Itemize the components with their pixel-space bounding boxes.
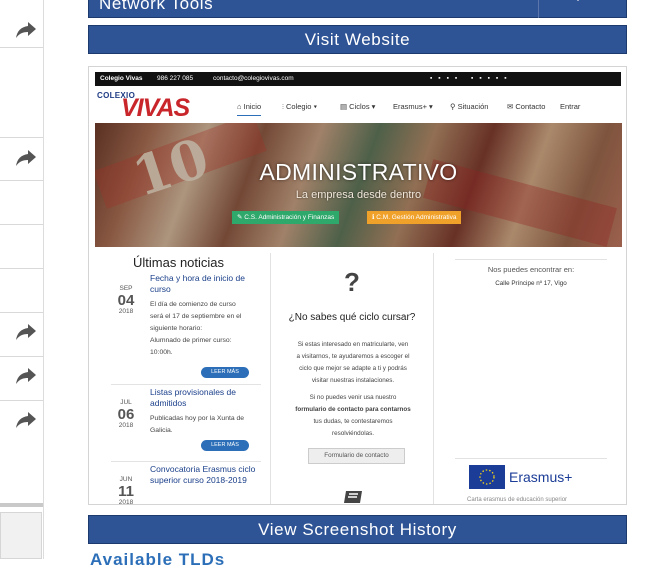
network-tools-bar[interactable]: Network Tools: [88, 0, 627, 18]
news-title: Listas provisionales de admitidos: [150, 387, 236, 408]
share-icon: [16, 412, 36, 428]
news-date: JUN 11 2018: [118, 476, 134, 505]
sidebar-row: [0, 268, 43, 313]
view-screenshot-history-button[interactable]: View Screenshot History: [88, 515, 627, 544]
preview-social-icons: ▪▪▪▪ ▪▪▪▪▪: [430, 75, 513, 82]
chevron-down-icon[interactable]: [573, 0, 583, 4]
sidebar-row[interactable]: [0, 312, 43, 357]
news-heading: Últimas noticias: [133, 255, 225, 270]
view-history-label: View Screenshot History: [258, 520, 457, 539]
contact-form-button: Formulario de contacto: [308, 448, 405, 464]
erasmus-logo-text: Erasmus+: [509, 469, 573, 485]
read-more-button: LEER MÁS: [201, 367, 249, 378]
news-body: El día de comienzo de curso será el 17 de…: [150, 301, 242, 356]
preview-site-name: Colegio Vivas: [100, 75, 143, 82]
divider: [111, 461, 261, 462]
preview-hero-banner: 10 ADMINISTRATIVO La empresa desde dentr…: [95, 123, 622, 247]
share-icon: [16, 368, 36, 384]
network-tools-label: Network Tools: [99, 0, 214, 13]
preview-logo-big: VIVAS: [121, 94, 190, 122]
sidebar-row: [0, 224, 43, 269]
visit-website-button[interactable]: Visit Website: [88, 25, 627, 54]
available-tlds-heading: Available TLDs: [90, 550, 226, 569]
hero-button-2: ℹ C.M. Gestión Administrativa: [367, 211, 462, 224]
divider: [455, 458, 607, 459]
news-item: SEP 04 2018 Fecha y hora de inicio de curs…: [95, 273, 263, 383]
share-icon: [16, 324, 36, 340]
share-icon: [16, 22, 36, 38]
hero-subtitle: La empresa desde dentro: [295, 189, 422, 201]
info-body: Si estas interesado en matricularte, ven…: [296, 341, 410, 384]
left-sidebar: [0, 0, 44, 559]
news-title: Fecha y hora de inicio de curso: [150, 273, 245, 294]
share-icon: [16, 150, 36, 166]
read-more-button: LEER MÁS: [201, 440, 249, 451]
preview-nav-item: ✉ Contacto: [507, 102, 546, 111]
sidebar-row: [0, 47, 43, 138]
news-date: SEP 04 2018: [117, 285, 135, 315]
preview-nav: COLEXIO VIVAS ⌂ Inicio ⫶ Colegio ▾ ▤ Cic…: [95, 87, 621, 123]
news-title: Convocatoria Erasmus ciclo superior curs…: [150, 464, 256, 485]
question-mark: ?: [344, 267, 360, 297]
sidebar-row: [0, 180, 43, 225]
info-title: ¿No sabes qué ciclo cursar?: [288, 312, 416, 323]
sidebar-row[interactable]: [0, 356, 43, 401]
preview-nav-item: Entrar: [560, 102, 581, 111]
preview-phone: 986 227 085: [157, 75, 194, 82]
preview-nav-item: ⌂ Inicio: [237, 102, 262, 116]
preview-nav-item: ▤ Ciclos ▾: [340, 102, 376, 111]
preview-logo: VIVAS: [121, 94, 190, 123]
news-item: JUN 11 2018 Convocatoria Erasmus ciclo sup…: [95, 464, 263, 505]
preview-news-column: Últimas noticias SEP 04 2018 Fecha y hora …: [95, 253, 263, 505]
sidebar-box: [0, 512, 42, 559]
news-item: JUL 06 2018 Listas provisionales de admiti…: [95, 387, 263, 457]
sidebar-row[interactable]: [0, 0, 43, 48]
divider: [111, 384, 261, 385]
eu-flag-icon: [469, 465, 505, 489]
divider: [455, 259, 607, 260]
divider: [538, 0, 539, 18]
preview-right-column: Nos puedes encontrar en: Calle Príncipe …: [441, 253, 621, 504]
hero-button-1: ✎ C.S. Administración y Finanzas: [232, 211, 340, 224]
preview-topbar: Colegio Vivas 986 227 085 contacto@coleg…: [95, 72, 621, 86]
news-date: JUL 06 2018: [117, 399, 135, 429]
address: Calle Príncipe nº 17, Vigo: [495, 280, 567, 287]
erasmus-charter: Carta erasmus de educación superior: [467, 497, 568, 503]
sidebar-divider: [0, 503, 43, 507]
visit-website-label: Visit Website: [304, 30, 411, 49]
find-us-label: Nos puedes encontrar en:: [487, 265, 575, 274]
sidebar-row[interactable]: [0, 400, 43, 440]
preview-nav-item: ⚲ Situación: [450, 102, 489, 111]
preview-info-column: ? ¿No sabes qué ciclo cursar? Si estas i…: [270, 253, 434, 504]
preview-nav-item: ⫶ Colegio ▾: [282, 102, 318, 111]
hero-title: ADMINISTRATIVO: [259, 159, 458, 185]
preview-nav-item: Erasmus+ ▾: [393, 102, 433, 111]
website-screenshot[interactable]: Colegio Vivas 986 227 085 contacto@coleg…: [88, 66, 627, 505]
preview-email: contacto@colegiovivas.com: [213, 75, 294, 82]
book-icon: [344, 491, 362, 503]
sidebar-row[interactable]: [0, 137, 43, 181]
news-body: Publicadas hoy por la Xunta de Galicia.: [150, 415, 245, 434]
info-body: Si no puedes venir usa nuestro formulario…: [295, 394, 411, 437]
